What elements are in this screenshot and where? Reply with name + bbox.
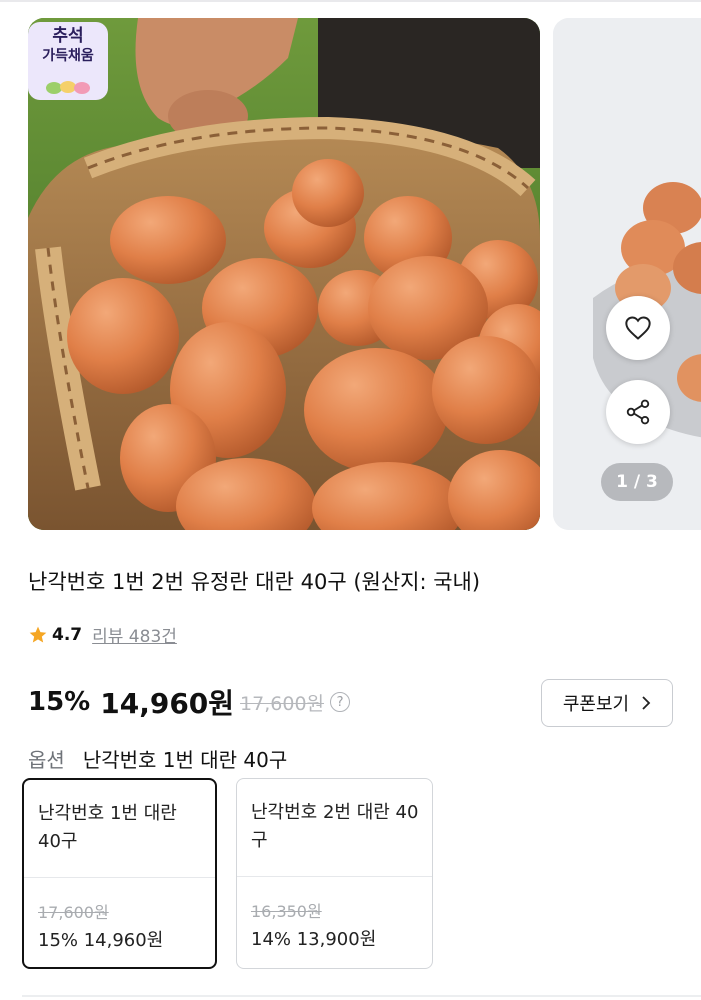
promo-badge-line2: 가득채움 <box>42 47 94 64</box>
price-info-icon[interactable]: ? <box>330 692 351 712</box>
option-card-sale-price: 14% 13,900원 <box>251 929 377 950</box>
option-card-divider <box>237 876 432 877</box>
option-card-1[interactable]: 난각번호 1번 대란 40구 17,600원 15% 14,960원 <box>22 778 217 969</box>
image-page-indicator: 1 / 3 <box>601 463 673 501</box>
product-title: 난각번호 1번 2번 유정란 대란 40구 (원산지: 국내) <box>28 570 481 594</box>
promo-badge-line1: 추석 <box>52 26 84 46</box>
sale-price: 14,960원 <box>100 687 235 720</box>
heart-icon <box>625 316 651 340</box>
product-image-carousel[interactable]: 추석 가득채움 1 / 3 <box>0 0 701 540</box>
discount-rate: 15% <box>28 687 91 717</box>
price-row: 15% 14,960원 17,600원 ? <box>28 682 351 722</box>
option-card-sale-price: 15% 14,960원 <box>38 930 164 951</box>
option-card-original-price: 16,350원 <box>251 902 322 921</box>
option-selected-value: 난각번호 1번 대란 40구 <box>82 748 288 772</box>
chevron-right-icon <box>642 696 651 710</box>
coupon-button-label: 쿠폰보기 <box>562 694 630 715</box>
product-image-next[interactable] <box>553 18 701 530</box>
chuseok-promo-badge: 추석 가득채움 <box>28 22 108 100</box>
section-divider <box>22 995 701 997</box>
review-count-link[interactable]: 리뷰 483건 <box>92 622 177 647</box>
star-icon <box>29 626 47 642</box>
option-label: 옵션 <box>28 748 65 772</box>
share-button[interactable] <box>606 380 670 444</box>
wishlist-button[interactable] <box>606 296 670 360</box>
option-card-name: 난각번호 1번 대란 40구 <box>38 803 177 852</box>
option-card-original-price: 17,600원 <box>38 903 109 922</box>
option-card-name: 난각번호 2번 대란 40구 <box>251 802 419 851</box>
rating-score: 4.7 <box>52 624 83 645</box>
rice-cake-icon <box>46 81 90 94</box>
share-icon <box>626 399 650 425</box>
view-coupon-button[interactable]: 쿠폰보기 <box>541 679 673 727</box>
original-price: 17,600원 <box>240 692 325 715</box>
egg-tray-photo <box>553 18 701 530</box>
option-row: 옵션 난각번호 1번 대란 40구 <box>28 744 287 773</box>
option-card-divider <box>24 877 215 878</box>
rating-row: 4.7 리뷰 483건 <box>28 622 177 647</box>
option-card-2[interactable]: 난각번호 2번 대란 40구 16,350원 14% 13,900원 <box>236 778 433 969</box>
